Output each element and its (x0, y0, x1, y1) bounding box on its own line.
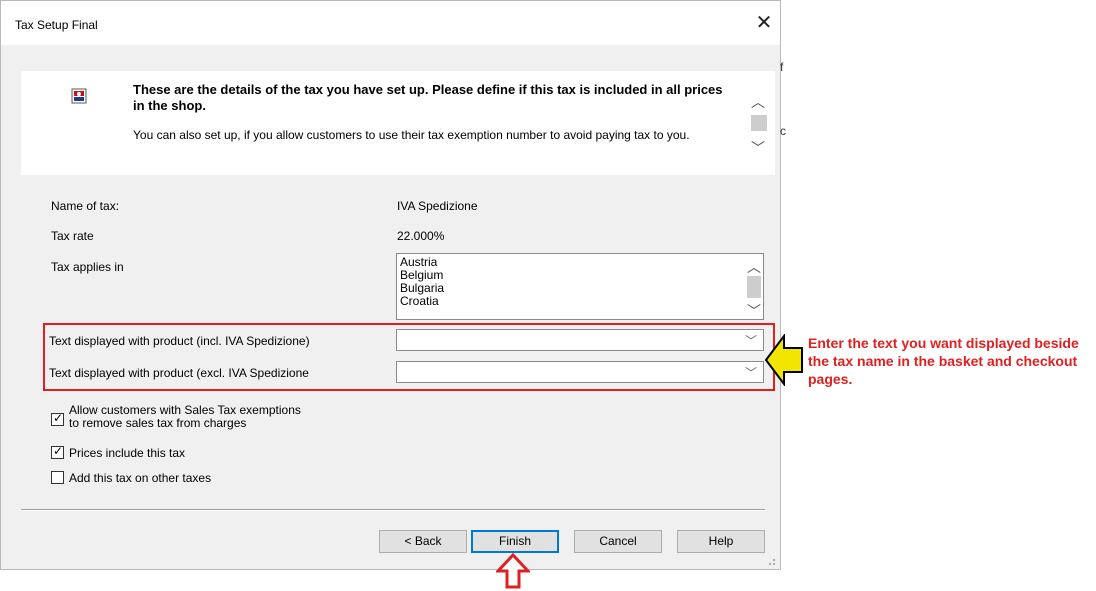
chevron-down-icon[interactable]: ﹀ (745, 364, 757, 381)
prices-include-checkbox[interactable]: ✓ (51, 444, 64, 459)
resize-grip-icon[interactable] (763, 553, 777, 567)
countries-listbox[interactable]: Austria Belgium Bulgaria Croatia ︿ ﹀ (396, 253, 764, 320)
help-button[interactable]: Help (677, 530, 765, 553)
add-on-other-checkbox[interactable] (51, 471, 64, 484)
add-on-other-label: Add this tax on other taxes (69, 471, 212, 485)
scroll-thumb[interactable] (751, 115, 767, 131)
tax-wizard-icon (71, 88, 87, 104)
chevron-down-icon[interactable]: ﹀ (745, 332, 757, 349)
prices-include-label: Prices include this tax (69, 446, 186, 460)
tax-name-value: IVA Spedizione (397, 199, 478, 213)
finish-button[interactable]: Finish (471, 530, 559, 553)
tax-rate-label: Tax rate (51, 229, 94, 243)
scroll-up-icon[interactable]: ︿ (751, 95, 765, 109)
tax-name-label: Name of tax: (51, 199, 120, 213)
excl-text-combo[interactable]: ﹀ (396, 361, 764, 383)
tax-rate-value: 22.000% (397, 229, 445, 243)
cancel-button[interactable]: Cancel (574, 530, 662, 553)
scroll-thumb[interactable] (747, 276, 761, 298)
background-text: c (780, 124, 786, 138)
separator (21, 509, 765, 511)
yellow-left-arrow-icon (764, 334, 803, 386)
tax-setup-dialog: Tax Setup Final ✕ These are the details … (0, 0, 781, 570)
close-icon[interactable]: ✕ (753, 10, 775, 36)
background-window: f c (780, 0, 810, 160)
info-description: You can also set up, if you allow custom… (133, 128, 690, 142)
list-item[interactable]: Croatia (400, 295, 444, 308)
back-button[interactable]: < Back (379, 530, 467, 553)
exemption-checkbox[interactable]: ✓ (51, 411, 64, 426)
incl-text-label: Text displayed with product (incl. IVA S… (49, 334, 310, 348)
exemption-label-line2: to remove sales tax from charges (69, 416, 247, 430)
scroll-down-icon[interactable]: ﹀ (751, 141, 765, 155)
annotation-text: Enter the text you want displayed beside… (808, 335, 1079, 387)
title-bar: Tax Setup Final ✕ (1, 1, 780, 45)
scroll-up-icon[interactable]: ︿ (747, 260, 761, 274)
check-icon: ✓ (53, 444, 64, 458)
scroll-down-icon[interactable]: ﹀ (747, 304, 761, 318)
incl-text-combo[interactable]: ﹀ (396, 329, 764, 351)
tax-applies-label: Tax applies in (51, 260, 124, 274)
info-scrollbar[interactable]: ︿ ﹀ (749, 85, 767, 165)
red-up-arrow-icon (496, 553, 530, 589)
info-panel: These are the details of the tax you hav… (21, 71, 775, 175)
info-heading: These are the details of the tax you hav… (133, 82, 723, 113)
check-icon: ✓ (53, 411, 64, 425)
countries-scrollbar[interactable]: ︿ ﹀ (745, 256, 763, 318)
background-text: f (780, 60, 784, 74)
exemption-label: Allow customers with Sales Tax exemption… (69, 404, 301, 430)
excl-text-label: Text displayed with product (excl. IVA S… (49, 366, 309, 380)
window-title: Tax Setup Final (15, 18, 98, 32)
